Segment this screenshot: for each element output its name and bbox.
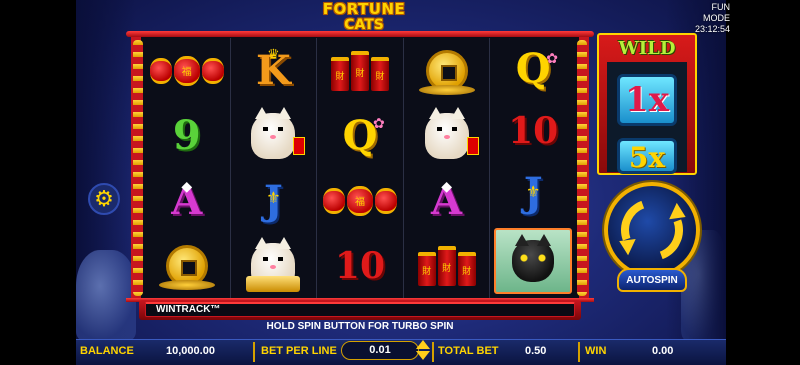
symbol-ace: ◆ A: [144, 168, 230, 233]
symbol-coin: [144, 233, 230, 298]
win-label: WIN: [585, 345, 607, 357]
crown-icon: ♛: [267, 46, 280, 62]
symbol-nine-text: 9: [172, 111, 201, 159]
symbol-coin: [404, 38, 490, 103]
fleur-icon: ⚜: [526, 184, 541, 201]
wild-label: WILD: [618, 38, 676, 59]
symbol-black-cat: [494, 228, 572, 294]
symbol-king: ♛ K: [231, 38, 317, 103]
lucky-cat-icon: [424, 106, 479, 159]
symbol-lantern: 福: [144, 38, 230, 103]
lucky-cat-icon: [251, 106, 306, 159]
gear-icon: ⚙: [94, 186, 114, 211]
symbol-firecracker: 財財財: [404, 233, 490, 298]
diamond-icon: ◆: [181, 178, 193, 194]
reel-3: 財財財 ✿ Q 福 10: [317, 38, 404, 298]
settings-button[interactable]: ⚙: [88, 183, 120, 215]
arrow-up-icon[interactable]: [416, 340, 430, 349]
logo-line-1: FORTUNE: [322, 0, 406, 18]
bead-column-left: [133, 40, 143, 296]
symbol-lucky-cat: [231, 103, 317, 168]
symbol-ace: ◆ A: [404, 168, 490, 233]
reel-4: ◆ A 財財財: [404, 38, 491, 298]
lantern-icon: 福: [322, 185, 397, 216]
coin-pile-icon: [158, 280, 215, 290]
reel-2: ♛ K ⚜ J: [231, 38, 318, 298]
autospin-button[interactable]: AUTOSPIN: [617, 268, 687, 292]
symbol-lucky-cat-gold: [231, 233, 317, 298]
firecracker-icon: 財財財: [330, 50, 389, 91]
bet-stepper[interactable]: [416, 339, 430, 361]
reel-frame-top-bar: [126, 31, 594, 37]
symbol-lantern: 福: [317, 168, 403, 233]
lotus-icon: ✿: [373, 115, 385, 131]
symbol-nine: 9: [144, 103, 230, 168]
bet-per-line-label: BET PER LINE: [261, 345, 337, 357]
multiplier-1x: 1x: [617, 74, 677, 126]
symbol-queen: ✿ Q: [490, 38, 576, 100]
symbol-ten-text: 10: [334, 244, 386, 287]
symbol-lucky-cat: [404, 103, 490, 168]
separator: [432, 342, 434, 362]
lantern-icon: 福: [149, 55, 224, 86]
balance-label: BALANCE: [80, 345, 134, 357]
reel-5: ✿ Q 10 ⚜ J: [490, 38, 576, 298]
coin-pile-icon: [418, 85, 475, 95]
fleur-icon: ⚜: [266, 190, 281, 207]
total-bet-label: TOTAL BET: [438, 345, 499, 357]
firecracker-icon: 財財財: [417, 245, 476, 286]
separator: [578, 342, 580, 362]
gold-ingot-icon: [246, 276, 301, 292]
symbol-ten-text: 10: [508, 110, 559, 152]
mode-indicator: FUN MODE 23:12:54: [684, 2, 730, 35]
total-bet-value: 0.50: [525, 345, 547, 357]
reel-grid: 福 9 ◆ A ♛ K ⚜ J 財 財 財 ✿ Q 福 10 ◆ A 財 財 財…: [144, 38, 576, 298]
bet-per-line-value: 0.01: [341, 341, 419, 360]
lotus-icon: ✿: [546, 50, 558, 66]
diamond-icon: ◆: [441, 178, 452, 194]
turbo-spin-hint: HOLD SPIN BUTTON FOR TURBO SPIN: [266, 321, 454, 332]
symbol-firecracker: 財財財: [317, 38, 403, 103]
symbol-ten: 10: [490, 100, 576, 162]
mode-label: FUN MODE: [703, 2, 730, 23]
symbol-jack: ⚜ J: [490, 162, 576, 224]
game-screen: FORTUNE CATS FUN MODE 23:12:54 福 9 ◆ A ♛…: [0, 0, 800, 365]
balance-value: 10,000.00: [166, 345, 215, 357]
decorative-vase-left: [76, 250, 136, 340]
symbol-ten: 10: [317, 233, 403, 298]
multiplier-5x: 5x: [617, 138, 677, 174]
win-value: 0.00: [652, 345, 674, 357]
spin-button[interactable]: [604, 182, 700, 278]
separator: [253, 342, 255, 362]
arrow-down-icon[interactable]: [416, 351, 430, 360]
symbol-jack: ⚜ J: [231, 168, 317, 233]
black-cat-icon: [512, 234, 555, 282]
bead-column-right: [577, 40, 587, 296]
symbol-queen: ✿ Q: [317, 103, 403, 168]
reel-1: 福 9 ◆ A: [144, 38, 231, 298]
spin-arrows-icon: [610, 188, 694, 272]
wintrack-bar: WINTRACK™: [145, 302, 575, 317]
